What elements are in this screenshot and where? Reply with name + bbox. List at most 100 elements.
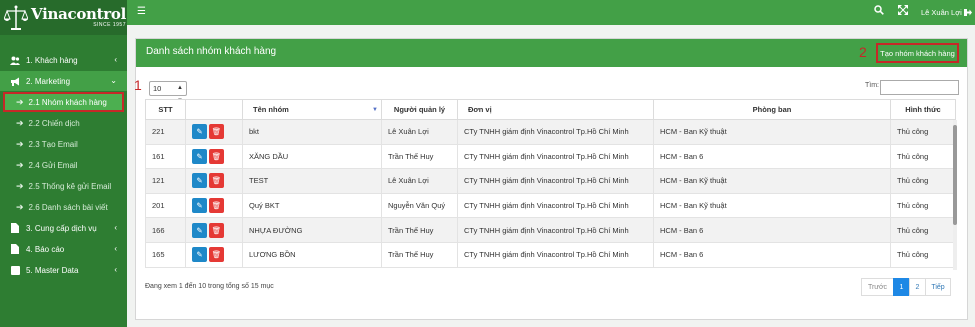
delete-trash-icon[interactable]: 🗑 <box>209 148 224 164</box>
create-group-button[interactable]: Tạo nhóm khách hàng <box>876 43 959 63</box>
column-header-label: Tên nhóm <box>253 105 289 114</box>
cell-actions: ✎ 🗑 <box>185 241 243 268</box>
cell-stt: 161 <box>145 143 186 170</box>
sidebar-item-khach-hang[interactable]: 1. Khách hàng ‹ <box>0 50 127 70</box>
cell-type: Thủ công <box>890 143 956 170</box>
cell-unit: CTy TNHH giám định Vinacontrol Tp.Hồ Chí… <box>457 143 654 170</box>
column-header-don-vi[interactable]: Đơn vị <box>457 99 654 120</box>
pagination-page-2[interactable]: 2 <box>909 278 926 296</box>
sidebar-subitem-label: 2.6 Danh sách bài viết <box>28 202 108 212</box>
sidebar-item-label: 5. Master Data <box>26 265 79 275</box>
sidebar-item-label: 1. Khách hàng <box>26 55 78 65</box>
cell-name: TEST <box>242 168 382 194</box>
cell-type: Thủ công <box>890 241 956 268</box>
cell-dept: HCM - Ban Kỹ thuật <box>653 168 891 194</box>
edit-pencil-icon[interactable]: ✎ <box>192 198 207 214</box>
delete-trash-icon[interactable]: 🗑 <box>209 247 224 263</box>
arrow-right-icon: ➔ <box>16 138 24 149</box>
user-name: Lê Xuân Lợi <box>921 8 962 17</box>
database-icon <box>9 265 21 275</box>
cell-type: Thủ công <box>890 217 956 243</box>
sidebar-subitem-thong-ke-gui-email[interactable]: ➔ 2.5 Thống kê gửi Email <box>0 176 127 196</box>
sidebar-item-marketing[interactable]: 2. Marketing ⌄ <box>0 71 127 91</box>
sidebar-item-bao-cao[interactable]: 4. Báo cáo ‹ <box>0 239 127 259</box>
file-icon <box>9 223 21 233</box>
delete-trash-icon[interactable]: 🗑 <box>209 173 224 189</box>
cell-unit: CTy TNHH giám định Vinacontrol Tp.Hồ Chí… <box>457 217 654 243</box>
chevron-left-icon: ‹ <box>114 265 117 274</box>
sidebar-subitem-tao-email[interactable]: ➔ 2.3 Tạo Email <box>0 134 127 154</box>
cell-stt: 121 <box>145 168 186 194</box>
user-menu[interactable]: Lê Xuân Lợi <box>921 8 972 17</box>
edit-pencil-icon[interactable]: ✎ <box>192 124 207 140</box>
sidebar-item-cung-cap-dich-vu[interactable]: 3. Cung cấp dịch vụ ‹ <box>0 218 127 238</box>
search-input[interactable] <box>880 80 959 95</box>
cell-name: Quý BKT <box>242 192 382 219</box>
cell-type: Thủ công <box>890 168 956 194</box>
cell-actions: ✎ 🗑 <box>185 168 243 194</box>
cell-manager: Trần Thế Huy <box>381 143 458 170</box>
edit-pencil-icon[interactable]: ✎ <box>192 148 207 164</box>
search-icon[interactable] <box>874 5 884 17</box>
annotation-marker-2: 2 <box>859 44 867 60</box>
search-label: Tìm: <box>865 82 879 89</box>
sign-out-icon[interactable] <box>963 8 972 17</box>
chart-icon <box>9 244 21 254</box>
cell-manager: Lê Xuân Lợi <box>381 168 458 194</box>
column-header-phong-ban[interactable]: Phòng ban <box>653 99 891 120</box>
brand-name: Vinacontrol <box>31 5 126 23</box>
bullhorn-icon <box>9 77 21 86</box>
topbar: ☰ Lê Xuân Lợi <box>127 0 975 25</box>
cell-stt: 166 <box>145 217 186 243</box>
hamburger-menu-icon[interactable]: ☰ <box>137 6 146 17</box>
cell-dept: HCM - Ban 6 <box>653 241 891 268</box>
edit-pencil-icon[interactable]: ✎ <box>192 222 207 238</box>
chevron-left-icon: ‹ <box>114 55 117 64</box>
cell-stt: 165 <box>145 241 186 268</box>
cell-unit: CTy TNHH giám định Vinacontrol Tp.Hồ Chí… <box>457 241 654 268</box>
cell-stt: 201 <box>145 192 186 219</box>
sidebar-subitem-nhom-khach-hang[interactable]: ➔ 2.1 Nhóm khách hàng <box>3 92 124 112</box>
sidebar-subitem-label: 2.5 Thống kê gửi Email <box>28 181 112 191</box>
cell-manager: Nguyễn Văn Quý <box>381 192 458 219</box>
cell-dept: HCM - Ban Kỹ thuật <box>653 119 891 145</box>
page-length-select[interactable]: 10 ▲▼ <box>149 81 187 104</box>
pagination-prev[interactable]: Trước <box>861 278 894 296</box>
fullscreen-icon[interactable] <box>898 5 908 17</box>
page-length-value: 10 <box>153 84 162 93</box>
sidebar-subitem-gui-email[interactable]: ➔ 2.4 Gửi Email <box>0 155 127 175</box>
sidebar-item-label: 4. Báo cáo <box>26 244 65 254</box>
table-info: Đang xem 1 đến 10 trong tổng số 15 mục <box>145 283 274 290</box>
sort-desc-icon[interactable]: ▼ <box>372 107 378 113</box>
column-header-nguoi-quan-ly[interactable]: Người quản lý <box>381 99 458 120</box>
column-header-ten-nhom[interactable]: Tên nhóm ▼ <box>242 99 382 120</box>
sidebar-item-master-data[interactable]: 5. Master Data ‹ <box>0 260 127 280</box>
table-row: 166 ✎ 🗑 NHỰA ĐƯỜNG Trần Thế Huy CTy TNHH … <box>145 217 956 243</box>
delete-trash-icon[interactable]: 🗑 <box>209 124 224 140</box>
brand[interactable]: Vinacontrol SINCE 1957 <box>0 0 127 35</box>
pagination-page-1[interactable]: 1 <box>893 278 910 296</box>
pagination-next[interactable]: Tiếp <box>925 278 951 296</box>
chevron-down-icon: ⌄ <box>110 76 117 85</box>
column-header-stt[interactable]: STT <box>145 99 186 120</box>
marketing-submenu: ➔ 2.1 Nhóm khách hàng ➔ 2.2 Chiến dịch ➔… <box>0 92 127 217</box>
customer-group-table: STT Tên nhóm ▼ Người quản lý Đơn vị Phòn… <box>145 99 956 268</box>
sidebar-menu: 1. Khách hàng ‹ 2. Marketing ⌄ ➔ 2.1 Nhó… <box>0 50 127 280</box>
cell-unit: CTy TNHH giám định Vinacontrol Tp.Hồ Chí… <box>457 192 654 219</box>
column-header-hinh-thuc[interactable]: Hình thức <box>890 99 956 120</box>
sidebar-subitem-danh-sach-bai-viet[interactable]: ➔ 2.6 Danh sách bài viết <box>0 197 127 217</box>
table-row: 121 ✎ 🗑 TEST Lê Xuân Lợi CTy TNHH giám đị… <box>145 168 956 194</box>
chevron-left-icon: ‹ <box>114 244 117 253</box>
delete-trash-icon[interactable]: 🗑 <box>209 198 224 214</box>
delete-trash-icon[interactable]: 🗑 <box>209 222 224 238</box>
sidebar-subitem-chien-dich[interactable]: ➔ 2.2 Chiến dịch <box>0 113 127 133</box>
arrow-right-icon: ➔ <box>16 180 24 191</box>
cell-actions: ✎ 🗑 <box>185 119 243 145</box>
sidebar-item-label: 2. Marketing <box>26 76 71 86</box>
edit-pencil-icon[interactable]: ✎ <box>192 173 207 189</box>
cell-type: Thủ công <box>890 192 956 219</box>
sidebar-subitem-label: 2.2 Chiến dịch <box>28 118 80 128</box>
table-scrollbar-thumb[interactable] <box>953 125 957 225</box>
edit-pencil-icon[interactable]: ✎ <box>192 247 207 263</box>
cell-type: Thủ công <box>890 119 956 145</box>
